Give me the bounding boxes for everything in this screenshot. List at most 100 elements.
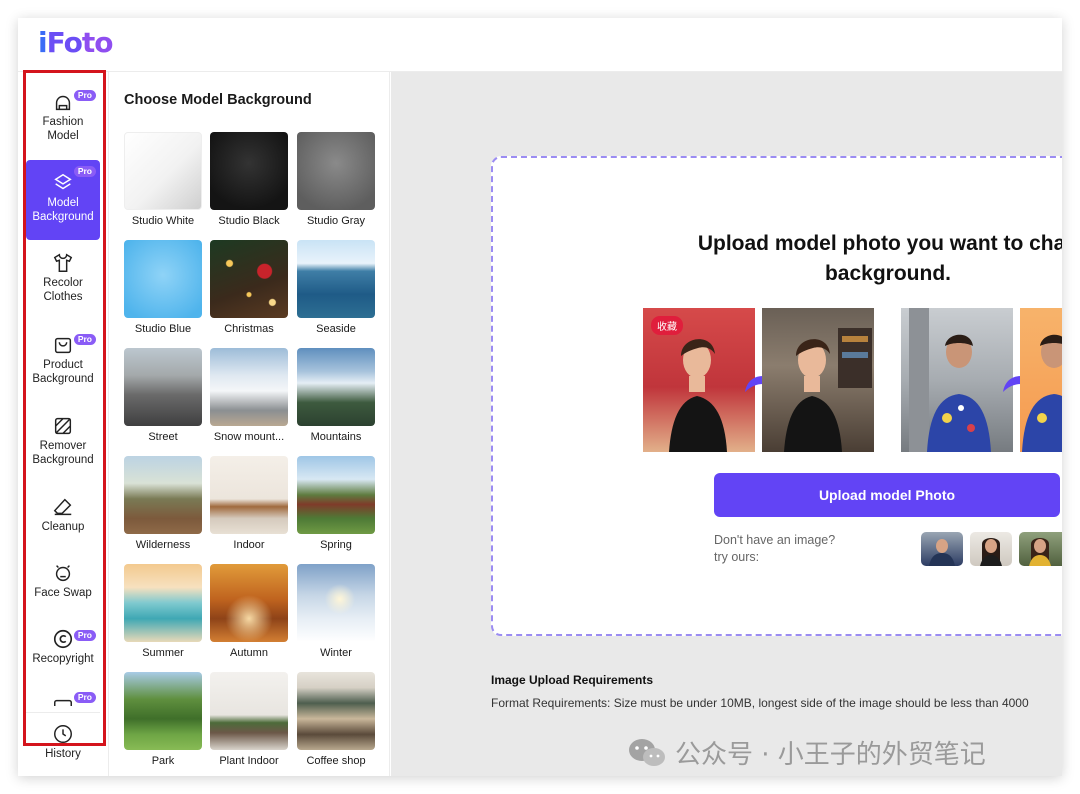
thumb-christmas (210, 240, 288, 318)
pro-badge: Pro (73, 630, 96, 641)
background-tile[interactable]: Coffee shop (297, 672, 375, 767)
requirements-title: Image Upload Requirements (491, 673, 654, 687)
sidebar-item-hd[interactable]: Pro (26, 692, 100, 706)
sidebar-item-recopyright[interactable]: Recopyright Pro (26, 624, 100, 684)
tile-label: Autumn (230, 647, 268, 659)
sidebar-item-face-swap[interactable]: Face Swap (26, 562, 100, 612)
background-tile[interactable]: Seaside (297, 240, 375, 335)
sidebar-item-label: Face Swap (34, 587, 92, 599)
thumb-indoor (210, 456, 288, 534)
background-tile[interactable]: Autumn (210, 564, 288, 659)
sidebar-item-label: Cleanup (41, 521, 85, 533)
background-tile[interactable]: Indoor (210, 456, 288, 551)
upload-title: Upload model photo you want to chan back… (493, 229, 1062, 289)
upload-model-photo-button[interactable]: Upload model Photo (714, 473, 1060, 517)
sidebar-item-model-background[interactable]: Model Background Pro (26, 160, 100, 240)
eraser-icon (53, 498, 72, 516)
demo-before-woman: 收藏 (643, 308, 755, 452)
upload-dropzone[interactable]: Upload model photo you want to chan back… (491, 156, 1062, 636)
model-figure (909, 308, 991, 452)
upload-title-line1: Upload model photo you want to chan (697, 232, 1062, 255)
thumb-street (124, 348, 202, 426)
sidebar-item-label: Recolor Clothes (43, 277, 83, 303)
sidebar-item-remover-background[interactable]: Remover Background (26, 410, 100, 480)
thumb-spring (297, 456, 375, 534)
sample-image[interactable] (921, 532, 963, 566)
pro-badge: Pro (73, 334, 96, 345)
sidebar-item-cleanup[interactable]: Cleanup (26, 496, 100, 546)
background-tile[interactable]: Studio Gray (297, 132, 375, 227)
background-tile[interactable]: Mountains (297, 348, 375, 443)
background-tile[interactable]: Plant Indoor (210, 672, 288, 767)
sidebar-item-label: Fashion Model (42, 116, 84, 142)
copyright-icon (53, 629, 73, 649)
tile-label: Seaside (316, 323, 356, 335)
thumb-seaside (297, 240, 375, 318)
thumb-park (124, 672, 202, 750)
background-tile[interactable]: Street (124, 348, 202, 443)
sidebar-item-history[interactable]: History (26, 712, 100, 772)
ifoto-logo[interactable]: iFoto (38, 26, 113, 59)
background-tile[interactable]: Park (124, 672, 202, 767)
tile-label: Plant Indoor (219, 755, 279, 767)
thumb-summer (124, 564, 202, 642)
sidebar-item-label: Product Background (32, 359, 94, 385)
tile-label: Mountains (310, 431, 362, 443)
background-tile[interactable]: Snow mount... (210, 348, 288, 443)
background-tile[interactable]: Studio Black (210, 132, 288, 227)
thumb-studio-black (210, 132, 288, 210)
sidebar-item-fashion-model[interactable]: Fashion Model Pro (26, 84, 100, 154)
background-tile[interactable]: Summer (124, 564, 202, 659)
thumb-mountains (297, 348, 375, 426)
tile-label: Street (148, 431, 178, 443)
sidebar-item-label: Recopyright (32, 653, 94, 665)
background-tile[interactable]: Studio White (124, 132, 202, 227)
tile-label: Indoor (233, 539, 265, 551)
sample-thumb (929, 539, 955, 566)
sample-prompt-line2: try ours: (714, 550, 760, 564)
upload-title-line2: background. (824, 262, 951, 285)
tile-label: Snow mount... (213, 431, 285, 443)
watermark: 公众号 · 小王子的外贸笔记 (627, 734, 986, 771)
hd-icon (54, 699, 72, 706)
tile-label: Winter (320, 647, 352, 659)
sidebar-item-label: Model Background (32, 197, 94, 223)
background-tile[interactable]: Spring (297, 456, 375, 551)
tshirt-icon (53, 253, 73, 272)
thumb-studio-white (124, 132, 202, 210)
background-tile[interactable]: Wilderness (124, 456, 202, 551)
face-swap-icon (55, 565, 71, 582)
background-tile[interactable]: Winter (297, 564, 375, 659)
requirements-text: Format Requirements: Size must be under … (491, 696, 1029, 710)
tile-label: Studio White (131, 215, 195, 227)
background-panel: Choose Model Background Studio White Stu… (110, 72, 390, 776)
thumb-winter (297, 564, 375, 642)
demo-after-man (1020, 308, 1062, 452)
save-chip[interactable]: 收藏 (651, 316, 683, 335)
sample-image[interactable] (1019, 532, 1062, 566)
sidebar-item-recolor-clothes[interactable]: Recolor Clothes (26, 250, 100, 320)
pro-badge: Pro (73, 692, 96, 703)
sidebar-item-label: Remover Background (32, 440, 94, 466)
panel-title: Choose Model Background (124, 92, 312, 108)
tile-label: Summer (142, 647, 184, 659)
tile-label: Studio Black (218, 215, 280, 227)
wechat-icon (629, 738, 665, 766)
clock-icon (54, 725, 72, 743)
background-tile[interactable]: Christmas (210, 240, 288, 335)
tool-sidebar: Fashion Model Pro Model Background Pro R… (18, 70, 109, 776)
tile-label: Christmas (224, 323, 274, 335)
layers-icon (54, 173, 72, 190)
demo-before-man (901, 308, 1013, 452)
sample-prompt-line1: Don't have an image? (714, 533, 836, 547)
pro-badge: Pro (73, 90, 96, 101)
sidebar-item-product-background[interactable]: Product Background Pro (26, 328, 100, 398)
sample-image[interactable] (970, 532, 1012, 566)
demo-after-woman (762, 308, 874, 452)
background-tile[interactable]: Studio Blue (124, 240, 202, 335)
thumb-coffee-shop (297, 672, 375, 750)
fashion-model-icon (55, 95, 71, 111)
sample-thumb (1029, 538, 1051, 566)
sample-prompt: Don't have an image? try ours: (714, 532, 835, 566)
thumb-plant-indoor (210, 672, 288, 750)
